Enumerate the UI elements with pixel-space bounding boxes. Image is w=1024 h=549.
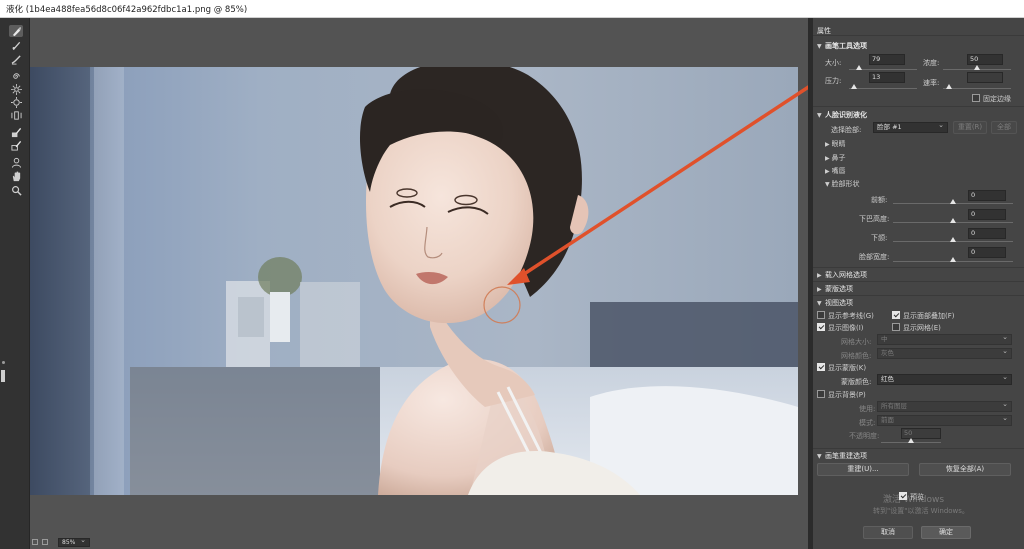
chin-height-label: 下巴高度: bbox=[859, 215, 890, 223]
panel-handle-icon[interactable] bbox=[1, 370, 5, 382]
select-face-dropdown[interactable]: 脸部 #1 bbox=[873, 121, 948, 133]
show-mask-checkbox[interactable] bbox=[817, 363, 825, 371]
mask-color-select[interactable]: 红色 bbox=[877, 373, 1012, 385]
forehead-field[interactable]: 0 bbox=[968, 190, 1006, 201]
zoom-in-button[interactable] bbox=[42, 539, 48, 545]
show-guides-label: 显示参考线(G) bbox=[828, 312, 874, 320]
rate-slider[interactable] bbox=[946, 84, 952, 89]
zoom-level-select[interactable]: 85% bbox=[58, 537, 90, 547]
backdrop-mode-select[interactable]: 前面 bbox=[877, 414, 1012, 426]
title-bar: 液化 (1b4ea488fea56d8c06f42a962fdbc1a1.png… bbox=[0, 0, 1024, 18]
density-slider[interactable] bbox=[974, 65, 980, 70]
face-width-slider[interactable] bbox=[950, 257, 956, 262]
mesh-color-select[interactable]: 灰色 bbox=[877, 347, 1012, 359]
show-backdrop-label: 显示背景(P) bbox=[828, 391, 866, 399]
preview-checkbox[interactable] bbox=[899, 492, 907, 500]
smooth-tool-icon[interactable] bbox=[9, 53, 23, 65]
load-mesh-header[interactable]: ▶ 载入网格选项 bbox=[817, 270, 867, 280]
mesh-color-label: 网格颜色: bbox=[841, 352, 872, 360]
show-backdrop-checkbox[interactable] bbox=[817, 390, 825, 398]
cancel-button[interactable]: 取消 bbox=[863, 526, 913, 539]
pressure-field[interactable]: 13 bbox=[869, 72, 905, 83]
mode-label: 模式: bbox=[859, 419, 876, 427]
rate-label: 速率: bbox=[923, 79, 940, 87]
density-field[interactable]: 50 bbox=[967, 54, 1003, 65]
all-faces-button[interactable]: 全部 bbox=[991, 121, 1017, 134]
face-aware-header[interactable]: ▼ 人脸识别液化 bbox=[817, 110, 867, 120]
hand-tool-icon[interactable] bbox=[9, 170, 23, 182]
show-face-overlay-label: 显示面部叠加(F) bbox=[903, 312, 955, 320]
density-label: 浓度: bbox=[923, 59, 940, 67]
face-width-label: 脸部宽度: bbox=[859, 253, 890, 261]
chin-height-slider[interactable] bbox=[950, 218, 956, 223]
opacity-field[interactable]: 50 bbox=[901, 428, 941, 439]
forehead-label: 前额: bbox=[871, 196, 888, 204]
size-slider[interactable] bbox=[856, 65, 862, 70]
reconstruct-header[interactable]: ▼ 画笔重建选项 bbox=[817, 451, 867, 461]
expanded-arrow-icon: ▼ bbox=[817, 112, 822, 119]
backdrop-use-select[interactable]: 所有图层 bbox=[877, 400, 1012, 412]
show-image-checkbox[interactable] bbox=[817, 323, 825, 331]
forehead-slider[interactable] bbox=[950, 199, 956, 204]
rate-field[interactable] bbox=[967, 72, 1003, 83]
face-tool-icon[interactable] bbox=[9, 156, 23, 168]
show-guides-checkbox[interactable] bbox=[817, 311, 825, 319]
reset-face-button[interactable]: 重置(R) bbox=[953, 121, 987, 134]
nose-row[interactable]: ▶ 鼻子 bbox=[825, 153, 846, 163]
status-bar: 85% bbox=[30, 537, 150, 549]
jawline-slider[interactable] bbox=[950, 237, 956, 242]
twirl-tool-icon[interactable] bbox=[9, 70, 23, 82]
expanded-arrow-icon: ▼ bbox=[817, 43, 822, 50]
mask-color-label: 蒙版颜色: bbox=[841, 378, 872, 386]
face-shape-row[interactable]: ▼ 脸部形状 bbox=[825, 179, 860, 189]
zoom-tool-icon[interactable] bbox=[9, 184, 23, 196]
restore-all-button[interactable]: 恢复全部(A) bbox=[919, 463, 1011, 476]
freeze-mask-tool-icon[interactable] bbox=[9, 126, 23, 138]
mask-options-header[interactable]: ▶ 蒙版选项 bbox=[817, 284, 853, 294]
pin-edges-label: 固定边缘 bbox=[983, 95, 1011, 103]
pucker-tool-icon[interactable] bbox=[9, 83, 23, 95]
zoom-out-button[interactable] bbox=[32, 539, 38, 545]
mesh-size-label: 网格大小: bbox=[841, 338, 872, 346]
thaw-mask-tool-icon[interactable] bbox=[9, 139, 23, 151]
forward-warp-tool-icon[interactable] bbox=[9, 25, 23, 37]
mesh-size-select[interactable]: 中 bbox=[877, 333, 1012, 345]
preview-image[interactable] bbox=[30, 67, 798, 495]
show-image-label: 显示图像(I) bbox=[828, 324, 864, 332]
chin-height-field[interactable]: 0 bbox=[968, 209, 1006, 220]
opacity-slider[interactable] bbox=[908, 438, 914, 443]
use-label: 使用: bbox=[859, 405, 876, 413]
jawline-label: 下颌: bbox=[871, 234, 888, 242]
mouth-row[interactable]: ▶ 嘴唇 bbox=[825, 166, 846, 176]
preview-label: 预览 bbox=[910, 493, 924, 501]
pressure-label: 压力: bbox=[825, 77, 842, 85]
bloat-tool-icon[interactable] bbox=[9, 96, 23, 108]
select-face-label: 选择脸部: bbox=[831, 126, 862, 134]
ok-button[interactable]: 确定 bbox=[921, 526, 971, 539]
show-face-overlay-checkbox[interactable] bbox=[892, 311, 900, 319]
view-options-header[interactable]: ▼ 视图选项 bbox=[817, 298, 853, 308]
pin-edges-checkbox[interactable] bbox=[972, 94, 980, 102]
tool-column bbox=[0, 18, 30, 549]
opacity-label: 不透明度: bbox=[849, 432, 880, 440]
reconstruct-tool-icon[interactable] bbox=[9, 39, 23, 51]
pressure-slider[interactable] bbox=[851, 84, 857, 89]
properties-panel: 属性 ▼ 画笔工具选项 大小: 79 浓度: 50 压力: 13 速率: 固定边缘… bbox=[813, 18, 1024, 549]
rebuild-button[interactable]: 重建(U)... bbox=[817, 463, 909, 476]
size-label: 大小: bbox=[825, 59, 842, 67]
eyes-row[interactable]: ▶ 眼睛 bbox=[825, 139, 846, 149]
jawline-field[interactable]: 0 bbox=[968, 228, 1006, 239]
show-mesh-label: 显示网格(E) bbox=[903, 324, 941, 332]
collapse-dot-icon bbox=[2, 361, 5, 364]
show-mesh-checkbox[interactable] bbox=[892, 323, 900, 331]
window-title: 液化 (1b4ea488fea56d8c06f42a962fdbc1a1.png… bbox=[6, 5, 248, 15]
push-left-tool-icon[interactable] bbox=[9, 109, 23, 121]
size-field[interactable]: 79 bbox=[869, 54, 905, 65]
face-width-field[interactable]: 0 bbox=[968, 247, 1006, 258]
activation-watermark-subtitle: 转到"设置"以激活 Windows。 bbox=[873, 507, 969, 515]
brush-options-header[interactable]: ▼ 画笔工具选项 bbox=[817, 41, 867, 51]
show-mask-label: 显示蒙版(K) bbox=[828, 364, 867, 372]
